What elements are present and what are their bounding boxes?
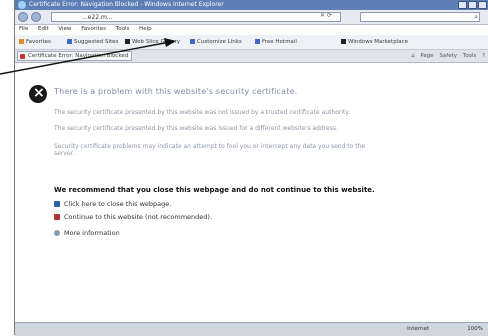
close-webpage-link[interactable]: Click here to close this webpage. <box>54 200 171 208</box>
security-shield-icon <box>29 85 47 103</box>
favorites-button[interactable]: Favorites <box>19 35 51 49</box>
search-input[interactable]: ⌕ <box>360 12 480 22</box>
certificate-error-icon[interactable]: ✕ <box>320 12 325 19</box>
shield-warning-icon <box>54 214 60 220</box>
zoom-level[interactable]: 100% <box>467 323 483 336</box>
favorite-suggested-sites[interactable]: Suggested Sites <box>67 35 118 49</box>
menu-favorites[interactable]: Favorites <box>81 26 106 32</box>
help-icon[interactable]: ? <box>482 53 485 59</box>
expand-icon <box>54 230 60 236</box>
shield-ok-icon <box>54 201 60 207</box>
back-button[interactable] <box>18 12 28 22</box>
close-button[interactable] <box>478 1 487 9</box>
favorites-star-icon <box>19 39 24 44</box>
search-icon[interactable]: ⌕ <box>474 13 478 21</box>
link-icon <box>125 39 130 44</box>
link-icon <box>341 39 346 44</box>
window-controls <box>458 1 487 9</box>
refresh-icon[interactable]: ⟳ <box>327 12 332 19</box>
menu-file[interactable]: File <box>19 26 28 32</box>
command-bar: ⌂ Page Safety Tools ? <box>407 51 485 61</box>
page-menu[interactable]: Page <box>420 53 433 59</box>
menu-tools[interactable]: Tools <box>116 26 130 32</box>
page-content: There is a problem with this website's s… <box>15 63 488 322</box>
menu-help[interactable]: Help <box>139 26 152 32</box>
address-bar-icons: ✕ ⟳ <box>320 12 332 19</box>
status-bar: Internet 100% <box>15 322 488 336</box>
favorite-customize-links[interactable]: Customize Links <box>190 35 242 49</box>
page-heading: There is a problem with this website's s… <box>54 87 298 96</box>
tools-menu[interactable]: Tools <box>463 53 477 59</box>
tab-row: Certificate Error: Navigation Blocked ⌂ … <box>15 50 488 63</box>
certificate-error-tab-icon <box>20 54 25 59</box>
tab-label: Certificate Error: Navigation Blocked <box>28 53 129 59</box>
title-bar[interactable]: Certificate Error: Navigation Blocked - … <box>15 0 488 10</box>
browser-window: Certificate Error: Navigation Blocked - … <box>14 0 488 336</box>
link-icon <box>67 39 72 44</box>
cert-message-mismatch: The security certificate presented by th… <box>54 125 338 132</box>
menu-view[interactable]: View <box>58 26 71 32</box>
menu-bar: File Edit View Favorites Tools Help <box>15 25 488 34</box>
favorite-windows-marketplace[interactable]: Windows Marketplace <box>341 35 408 49</box>
recommendation-text: We recommend that you close this webpage… <box>54 186 375 194</box>
address-input[interactable]: ...e22.m... <box>51 12 341 22</box>
continue-to-website-link[interactable]: Continue to this website (not recommende… <box>54 213 212 221</box>
link-icon <box>190 39 195 44</box>
favorite-web-slice-gallery[interactable]: Web Slice Gallery <box>125 35 180 49</box>
link-icon <box>255 39 260 44</box>
home-icon[interactable]: ⌂ <box>411 53 415 59</box>
favorites-bar: Favorites Suggested Sites Web Slice Gall… <box>15 35 488 50</box>
safety-menu[interactable]: Safety <box>439 53 457 59</box>
address-bar-row: ...e22.m... ✕ ⟳ ⌕ <box>15 10 488 25</box>
cert-message-untrusted: The security certificate presented by th… <box>54 109 351 116</box>
ie-logo-icon <box>18 1 26 9</box>
more-information-link[interactable]: More information <box>54 229 120 237</box>
favorite-free-hotmail[interactable]: Free Hotmail <box>255 35 297 49</box>
address-url: ...e22.m... <box>82 14 113 21</box>
window-title: Certificate Error: Navigation Blocked - … <box>29 1 224 8</box>
maximize-button[interactable] <box>468 1 477 9</box>
security-zone: Internet <box>407 326 429 332</box>
minimize-button[interactable] <box>458 1 467 9</box>
cert-message-warning: Security certificate problems may indica… <box>54 143 366 157</box>
menu-edit[interactable]: Edit <box>38 26 49 32</box>
forward-button[interactable] <box>31 12 41 22</box>
tab-certificate-error[interactable]: Certificate Error: Navigation Blocked <box>17 51 132 61</box>
